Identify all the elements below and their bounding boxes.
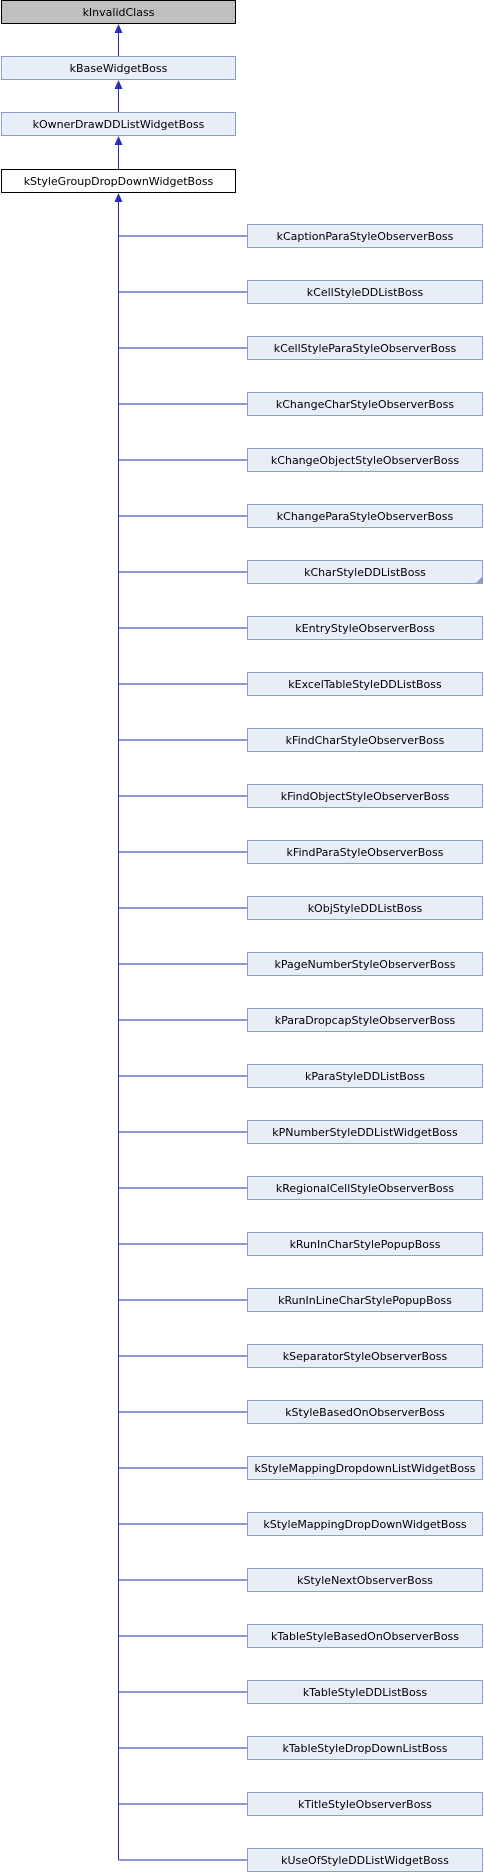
class-node-subclass[interactable]: kCaptionParaStyleObserverBoss [247, 224, 483, 248]
node-label: kExcelTableStyleDDListBoss [288, 678, 442, 691]
class-node-subclass[interactable]: kCharStyleDDListBoss [247, 560, 483, 584]
node-label: kRunInCharStylePopupBoss [290, 1238, 441, 1251]
class-node-subclass[interactable]: kTitleStyleObserverBoss [247, 1792, 483, 1816]
class-node-subclass[interactable]: kChangeObjectStyleObserverBoss [247, 448, 483, 472]
node-label: kOwnerDrawDDListWidgetBoss [33, 118, 205, 131]
class-node-subclass[interactable]: kRunInCharStylePopupBoss [247, 1232, 483, 1256]
node-label: kPNumberStyleDDListWidgetBoss [272, 1126, 458, 1139]
node-label: kObjStyleDDListBoss [308, 902, 423, 915]
class-node-subclass[interactable]: kTableStyleBasedOnObserverBoss [247, 1624, 483, 1648]
class-node-subclass[interactable]: kTableStyleDDListBoss [247, 1680, 483, 1704]
node-label: kTableStyleDDListBoss [303, 1686, 428, 1699]
node-label: kBaseWidgetBoss [70, 62, 168, 75]
node-label: kCharStyleDDListBoss [304, 566, 426, 579]
class-node-subclass[interactable]: kUseOfStyleDDListWidgetBoss [247, 1848, 483, 1872]
class-node-subclass[interactable]: kStyleBasedOnObserverBoss [247, 1400, 483, 1424]
node-label: kPageNumberStyleObserverBoss [274, 958, 455, 971]
class-node-subclass[interactable]: kExcelTableStyleDDListBoss [247, 672, 483, 696]
class-node-subclass[interactable]: kCellStyleParaStyleObserverBoss [247, 336, 483, 360]
node-label: kEntryStyleObserverBoss [295, 622, 435, 635]
class-node-subclass[interactable]: kEntryStyleObserverBoss [247, 616, 483, 640]
node-label: kStyleMappingDropDownWidgetBoss [263, 1518, 467, 1531]
inheritance-arrow-icon [114, 136, 123, 145]
node-label: kStyleGroupDropDownWidgetBoss [24, 175, 214, 188]
class-node-subclass[interactable]: kObjStyleDDListBoss [247, 896, 483, 920]
class-node-subclass[interactable]: kRegionalCellStyleObserverBoss [247, 1176, 483, 1200]
node-label: kFindCharStyleObserverBoss [286, 734, 445, 747]
class-node-subclass[interactable]: kStyleMappingDropdownListWidgetBoss [247, 1456, 483, 1480]
node-label: kParaDropcapStyleObserverBoss [275, 1014, 456, 1027]
node-label: kTableStyleBasedOnObserverBoss [271, 1630, 459, 1643]
inheritance-arrow-icon [114, 80, 123, 89]
class-node-subclass[interactable]: kFindParaStyleObserverBoss [247, 840, 483, 864]
node-label: kTableStyleDropDownListBoss [282, 1742, 447, 1755]
class-node-subclass[interactable]: kTableStyleDropDownListBoss [247, 1736, 483, 1760]
node-label: kRegionalCellStyleObserverBoss [276, 1182, 454, 1195]
class-node-current[interactable]: kStyleGroupDropDownWidgetBoss [1, 169, 236, 193]
node-label: kStyleBasedOnObserverBoss [285, 1406, 445, 1419]
class-node-subclass[interactable]: kPageNumberStyleObserverBoss [247, 952, 483, 976]
class-node-subclass[interactable]: kParaDropcapStyleObserverBoss [247, 1008, 483, 1032]
class-node-ancestor[interactable]: kBaseWidgetBoss [1, 56, 236, 80]
inheritance-arrow-icon [114, 193, 123, 202]
inheritance-arrow-icon [114, 24, 123, 33]
node-label: kStyleNextObserverBoss [297, 1574, 433, 1587]
node-label: kChangeParaStyleObserverBoss [277, 510, 454, 523]
node-label: kFindParaStyleObserverBoss [287, 846, 444, 859]
node-label: kChangeObjectStyleObserverBoss [271, 454, 459, 467]
class-node-subclass[interactable]: kSeparatorStyleObserverBoss [247, 1344, 483, 1368]
class-node-subclass[interactable]: kPNumberStyleDDListWidgetBoss [247, 1120, 483, 1144]
node-label: kCaptionParaStyleObserverBoss [277, 230, 454, 243]
node-label: kFindObjectStyleObserverBoss [281, 790, 450, 803]
class-node-subclass[interactable]: kChangeParaStyleObserverBoss [247, 504, 483, 528]
class-node-subclass[interactable]: kChangeCharStyleObserverBoss [247, 392, 483, 416]
node-label: kCellStyleDDListBoss [307, 286, 424, 299]
class-node-subclass[interactable]: kCellStyleDDListBoss [247, 280, 483, 304]
node-label: kCellStyleParaStyleObserverBoss [274, 342, 457, 355]
class-node-subclass[interactable]: kParaStyleDDListBoss [247, 1064, 483, 1088]
class-node-ancestor[interactable]: kOwnerDrawDDListWidgetBoss [1, 112, 236, 136]
node-label: kChangeCharStyleObserverBoss [276, 398, 454, 411]
class-node-subclass[interactable]: kFindCharStyleObserverBoss [247, 728, 483, 752]
inheritance-diagram: kInvalidClass kBaseWidgetBoss kOwnerDrawDD… [1, 0, 483, 1872]
class-node-subclass[interactable]: kStyleNextObserverBoss [247, 1568, 483, 1592]
node-label: kStyleMappingDropdownListWidgetBoss [254, 1462, 475, 1475]
node-label: kUseOfStyleDDListWidgetBoss [281, 1854, 449, 1867]
nodes-layer: kInvalidClass kBaseWidgetBoss kOwnerDrawDD… [1, 0, 483, 1872]
node-label: kParaStyleDDListBoss [305, 1070, 425, 1083]
node-label: kRunInLineCharStylePopupBoss [278, 1294, 452, 1307]
class-node-subclass[interactable]: kRunInLineCharStylePopupBoss [247, 1288, 483, 1312]
class-node-ancestor[interactable]: kInvalidClass [1, 0, 236, 24]
node-label: kInvalidClass [83, 6, 155, 19]
class-node-subclass[interactable]: kFindObjectStyleObserverBoss [247, 784, 483, 808]
node-label: kTitleStyleObserverBoss [298, 1798, 432, 1811]
edges-layer [114, 24, 247, 1861]
class-node-subclass[interactable]: kStyleMappingDropDownWidgetBoss [247, 1512, 483, 1536]
node-label: kSeparatorStyleObserverBoss [283, 1350, 448, 1363]
